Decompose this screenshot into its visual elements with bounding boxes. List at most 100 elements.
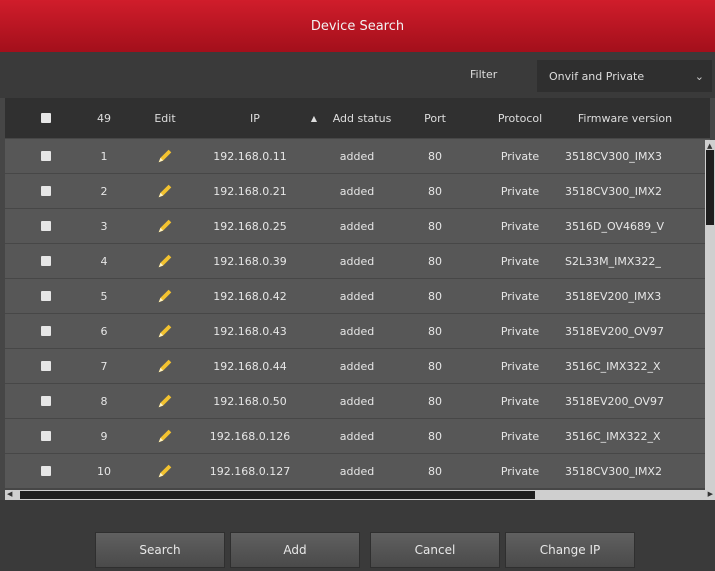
row-firmware: 3518CV300_IMX2 [565,464,662,478]
row-checkbox[interactable] [35,174,57,208]
row-port: 80 [428,394,442,408]
row-port: 80 [428,359,442,373]
edit-pencil-icon[interactable] [145,174,185,208]
row-checkbox[interactable] [35,279,57,313]
row-protocol: Private [500,464,540,478]
device-search-dialog: Device Search Filter Onvif and Private ⌄… [0,0,715,571]
row-firmware: 3518CV300_IMX2 [565,184,662,198]
chevron-down-icon: ⌄ [694,70,704,83]
header-protocol[interactable]: Protocol [485,98,555,138]
row-add-status: added [339,254,375,268]
row-ip: 192.168.0.50 [213,394,287,408]
table-row[interactable]: 1 192.168.0.11 added 80 Private 3518CV300_IMX… [5,138,710,173]
table-row[interactable]: 6 192.168.0.43 added 80 Private 3518EV200_OV9… [5,313,710,348]
row-number: 5 [100,289,108,303]
row-ip: 192.168.0.42 [213,289,287,303]
row-ip: 192.168.0.25 [213,219,287,233]
table-row[interactable]: 9 192.168.0.126 added 80 Private 3516C_IMX322… [5,418,710,453]
horizontal-scrollbar[interactable]: ◀ ▶ [5,490,715,500]
row-checkbox[interactable] [35,139,57,173]
row-ip: 192.168.0.43 [213,324,287,338]
row-protocol: Private [500,254,540,268]
row-port: 80 [428,254,442,268]
vertical-scrollbar[interactable]: ▲ [705,140,715,490]
row-checkbox[interactable] [35,244,57,278]
row-checkbox[interactable] [35,419,57,453]
row-protocol: Private [500,184,540,198]
header-edit[interactable]: Edit [145,98,185,138]
row-port: 80 [428,464,442,478]
row-number: 1 [100,149,108,163]
row-number: 6 [100,324,108,338]
filter-label: Filter [470,68,498,81]
edit-pencil-icon[interactable] [145,279,185,313]
scroll-left-icon[interactable]: ◀ [7,490,12,498]
row-firmware: 3518EV200_OV97 [565,394,664,408]
row-ip: 192.168.0.39 [213,254,287,268]
row-port: 80 [428,219,442,233]
edit-pencil-icon[interactable] [145,209,185,243]
row-number: 10 [97,464,111,478]
edit-pencil-icon[interactable] [145,139,185,173]
row-firmware: 3516D_OV4689_V [565,219,664,233]
table-row[interactable]: 10 192.168.0.127 added 80 Private 3518CV300_I… [5,453,710,488]
table-header: 49 Edit IP ▲ Add status Port Protocol Fi… [5,98,710,138]
row-add-status: added [339,464,375,478]
row-add-status: added [339,219,375,233]
horizontal-scroll-thumb[interactable] [20,491,535,499]
header-ip[interactable]: IP [225,98,285,138]
row-number: 2 [100,184,108,198]
header-port[interactable]: Port [415,98,455,138]
scroll-right-icon[interactable]: ▶ [708,490,713,498]
filter-dropdown[interactable]: Onvif and Private ⌄ [537,60,712,92]
edit-pencil-icon[interactable] [145,349,185,383]
vertical-scroll-thumb[interactable] [706,150,714,225]
row-firmware: 3516C_IMX322_X [565,359,661,373]
table-row[interactable]: 4 192.168.0.39 added 80 Private S2L33M_IMX322… [5,243,710,278]
edit-pencil-icon[interactable] [145,454,185,488]
row-number: 4 [100,254,108,268]
row-ip: 192.168.0.44 [213,359,287,373]
add-button[interactable]: Add [230,532,360,568]
header-add-status[interactable]: Add status [322,98,402,138]
table-row[interactable]: 5 192.168.0.42 added 80 Private 3518EV200_IMX… [5,278,710,313]
edit-pencil-icon[interactable] [145,419,185,453]
cancel-button[interactable]: Cancel [370,532,500,568]
row-ip: 192.168.0.127 [209,464,291,478]
row-checkbox[interactable] [35,349,57,383]
row-checkbox[interactable] [35,384,57,418]
row-number: 7 [100,359,108,373]
row-ip: 192.168.0.21 [213,184,287,198]
change-ip-button[interactable]: Change IP [505,532,635,568]
row-firmware: 3518EV200_IMX3 [565,289,662,303]
table-row[interactable]: 7 192.168.0.44 added 80 Private 3516C_IMX322_… [5,348,710,383]
row-port: 80 [428,184,442,198]
row-ip: 192.168.0.126 [209,429,291,443]
row-protocol: Private [500,429,540,443]
row-add-status: added [339,324,375,338]
row-add-status: added [339,359,375,373]
search-button[interactable]: Search [95,532,225,568]
select-all-checkbox[interactable] [35,98,57,138]
row-protocol: Private [500,289,540,303]
edit-pencil-icon[interactable] [145,244,185,278]
row-protocol: Private [500,359,540,373]
edit-pencil-icon[interactable] [145,384,185,418]
row-number: 8 [100,394,108,408]
filter-value: Onvif and Private [549,69,645,83]
table-row[interactable]: 8 192.168.0.50 added 80 Private 3518EV200_OV9… [5,383,710,418]
row-checkbox[interactable] [35,454,57,488]
scroll-up-icon[interactable]: ▲ [707,142,712,150]
edit-pencil-icon[interactable] [145,314,185,348]
header-firmware[interactable]: Firmware version [565,98,685,138]
row-port: 80 [428,429,442,443]
row-checkbox[interactable] [35,314,57,348]
row-add-status: added [339,289,375,303]
row-port: 80 [428,149,442,163]
table-row[interactable]: 3 192.168.0.25 added 80 Private 3516D_OV4689_… [5,208,710,243]
row-checkbox[interactable] [35,209,57,243]
row-protocol: Private [500,324,540,338]
row-protocol: Private [500,394,540,408]
table-row[interactable]: 2 192.168.0.21 added 80 Private 3518CV300_IMX… [5,173,710,208]
row-port: 80 [428,324,442,338]
